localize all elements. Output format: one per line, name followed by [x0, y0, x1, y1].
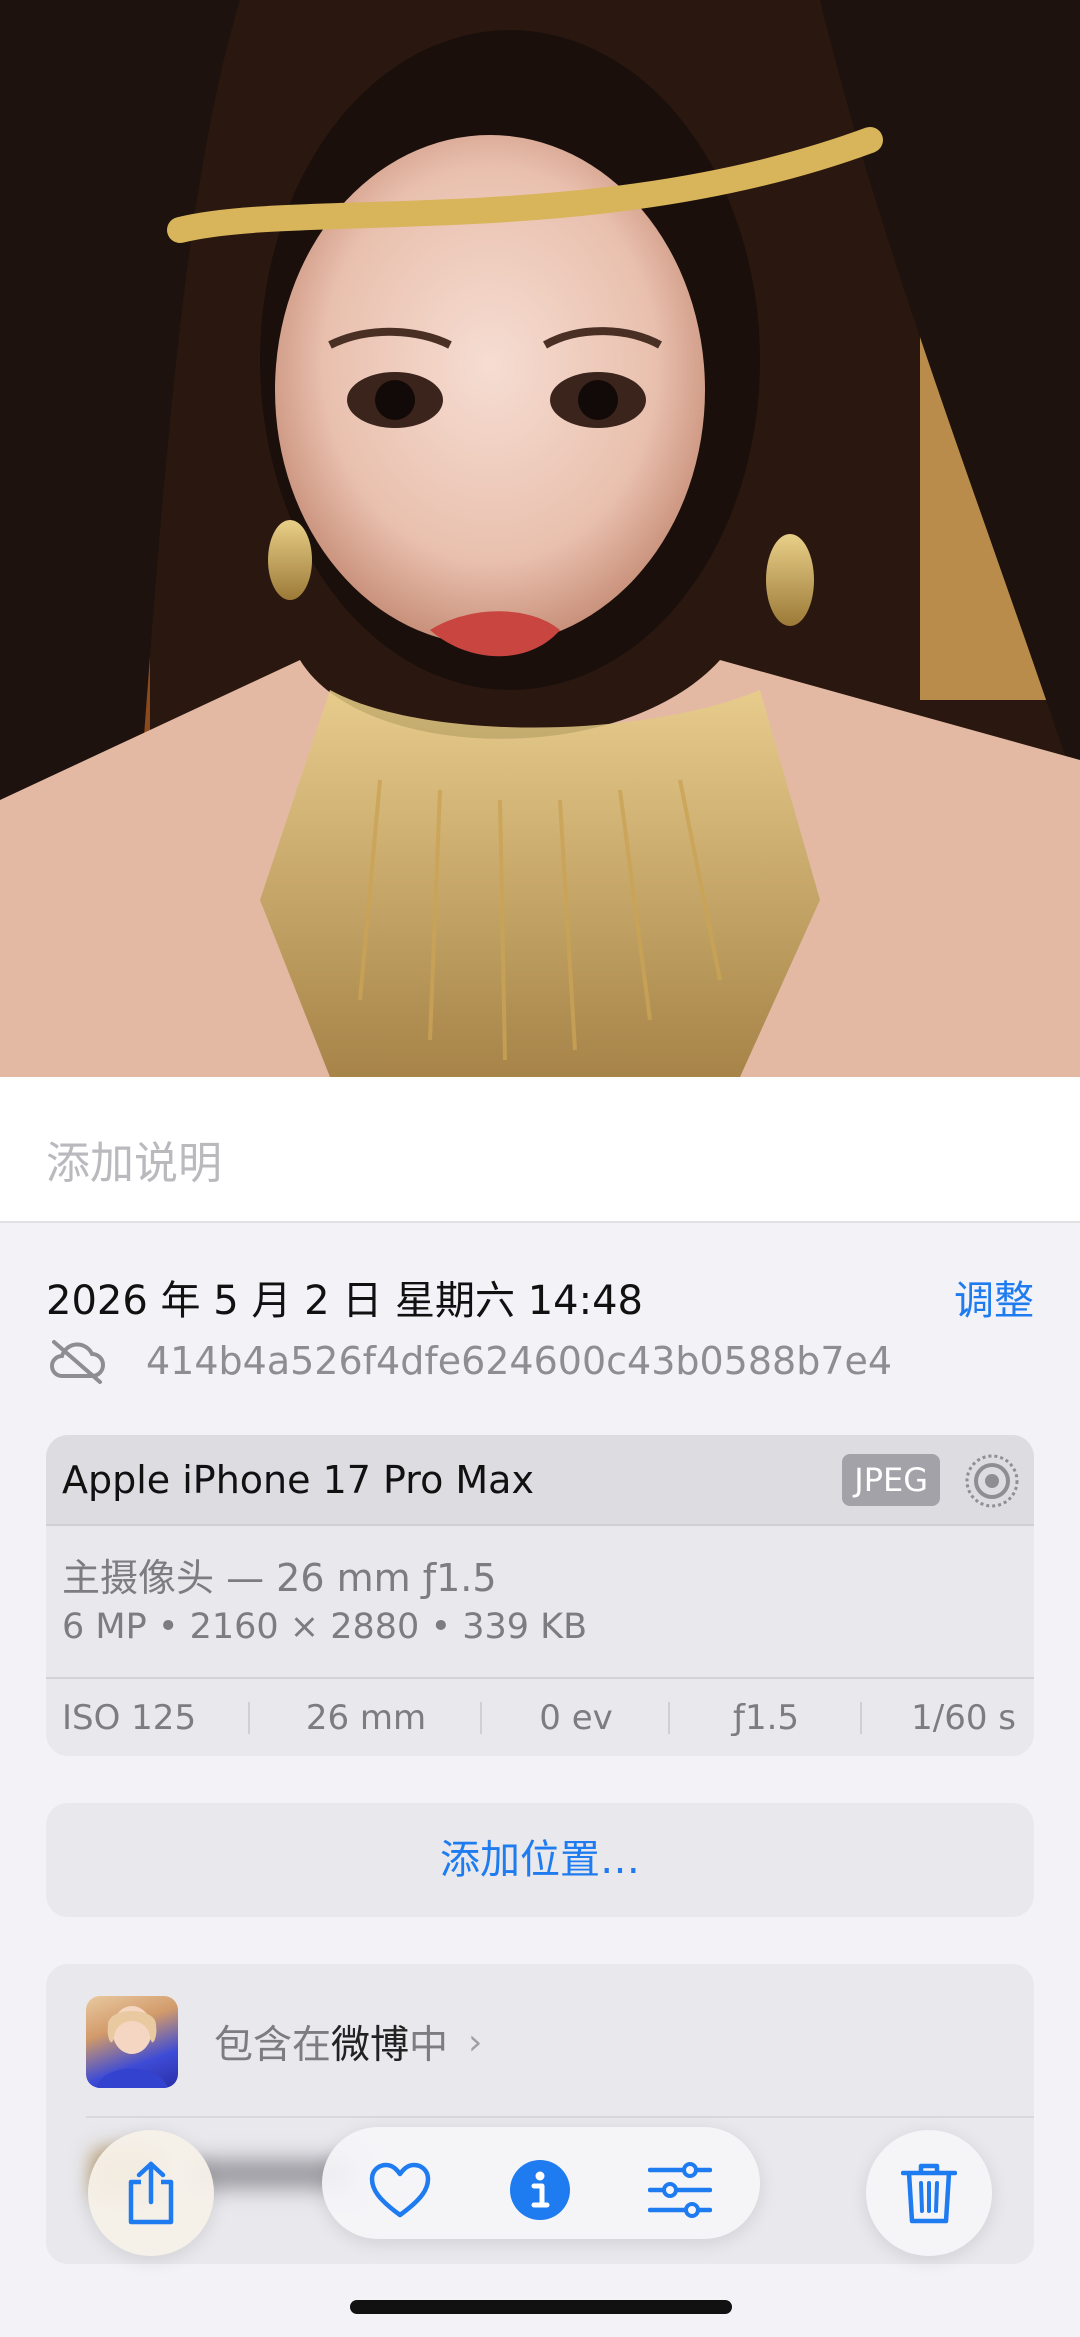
- home-indicator[interactable]: [350, 2300, 732, 2314]
- cloud-off-icon: [50, 1340, 105, 1384]
- album-suffix: 中: [409, 2023, 449, 2068]
- share-button[interactable]: [88, 2130, 214, 2256]
- exif-aperture: ƒ1.5: [670, 1698, 862, 1738]
- asset-id: 414b4a526f4dfe624600c43b0588b7e4: [146, 1339, 893, 1383]
- photo-datetime: 2026 年 5 月 2 日 星期六 14:48: [46, 1278, 643, 1324]
- exif-iso: ISO 125: [46, 1698, 250, 1738]
- image-specs: 6 MP • 2160 × 2880 • 339 KB: [62, 1607, 588, 1647]
- favorite-button[interactable]: [360, 2150, 440, 2230]
- chevron-right-icon: ›: [468, 2021, 483, 2063]
- add-location-button[interactable]: 添加位置…: [46, 1803, 1034, 1917]
- trash-icon: [901, 2163, 957, 2224]
- sliders-icon: [648, 2162, 712, 2218]
- delete-button[interactable]: [866, 2130, 992, 2256]
- add-location-label[interactable]: 添加位置…: [46, 1803, 1034, 1917]
- lens-info: 主摄像头 — 26 mm ƒ1.5: [62, 1556, 497, 1600]
- photo-view[interactable]: [0, 0, 1080, 1077]
- device-name: Apple iPhone 17 Pro Max: [62, 1457, 534, 1502]
- info-button[interactable]: [500, 2150, 580, 2230]
- share-icon: [128, 2161, 174, 2225]
- album-name: 微博: [331, 2023, 410, 2068]
- edit-adjust-button[interactable]: [640, 2150, 720, 2230]
- divider: [86, 2116, 1034, 2118]
- portrait-photo: [0, 0, 1080, 1077]
- format-badge: JPEG: [842, 1454, 940, 1506]
- album-row[interactable]: 包含在微博中 ›: [86, 1996, 482, 2088]
- exif-focal: 26 mm: [250, 1698, 482, 1738]
- adjust-datetime-button[interactable]: 调整: [954, 1268, 1034, 1326]
- exif-shutter: 1/60 s: [911, 1697, 1016, 1738]
- exif-row: ISO 125 26 mm 0 ev ƒ1.5 1/60 s: [46, 1677, 1034, 1756]
- album-prefix: 包含在: [214, 2023, 332, 2068]
- exif-ev: 0 ev: [482, 1698, 670, 1738]
- caption-placeholder[interactable]: 添加说明: [46, 1127, 222, 1191]
- album-included-text[interactable]: 包含在微博中: [214, 2014, 448, 2070]
- info-icon: [510, 2160, 570, 2220]
- asset-id-row: 414b4a526f4dfe624600c43b0588b7e4: [46, 1336, 892, 1386]
- lens-icon: [965, 1454, 1019, 1508]
- album-thumbnail: [86, 1996, 178, 2088]
- device-info-card: Apple iPhone 17 Pro Max JPEG 主摄像头 — 26 m…: [46, 1435, 1034, 1756]
- device-header: Apple iPhone 17 Pro Max JPEG: [46, 1435, 1034, 1526]
- caption-area[interactable]: 添加说明: [0, 1077, 1080, 1223]
- heart-icon: [369, 2162, 431, 2218]
- album-thumbnail-image: [96, 2006, 168, 2088]
